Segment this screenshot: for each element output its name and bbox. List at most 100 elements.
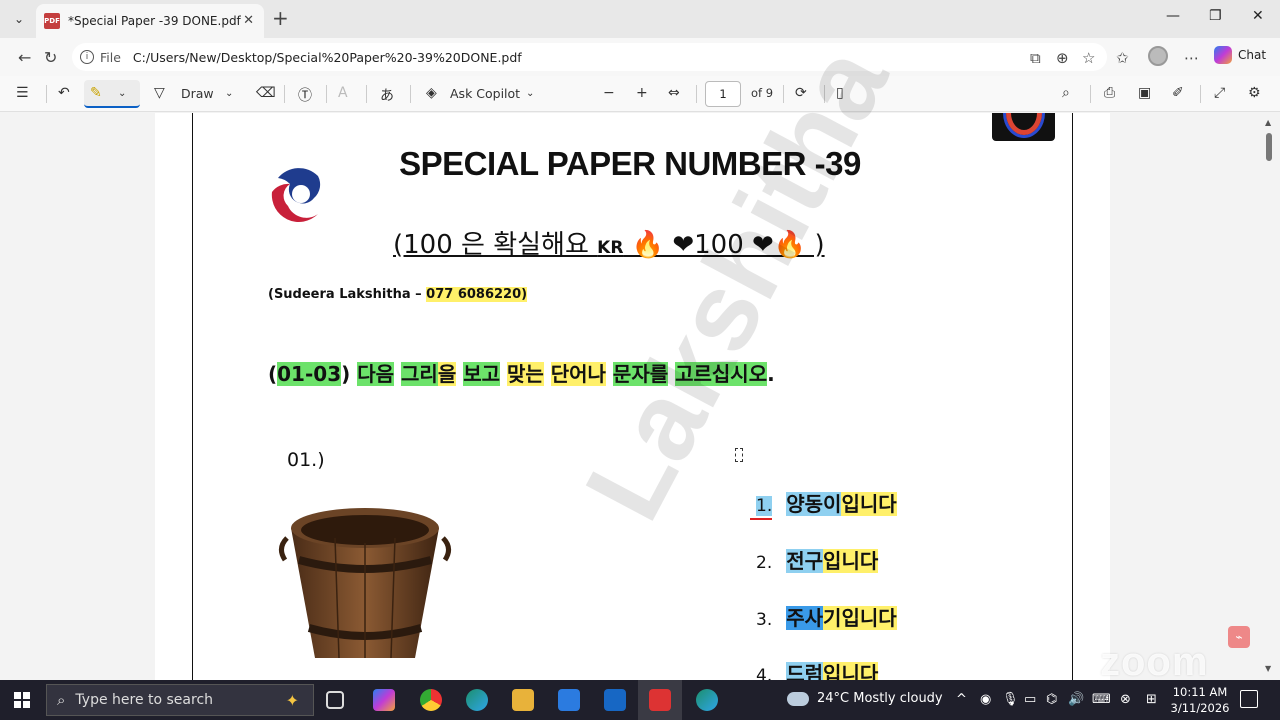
ime-icon[interactable]: ⊞ [1146, 692, 1157, 707]
chat-label: Chat [1238, 48, 1267, 62]
copilot-chat-button[interactable]: Chat [1214, 46, 1266, 64]
zoom-in-icon[interactable]: + [636, 85, 648, 101]
scroll-down-icon[interactable]: ▼ [1265, 664, 1271, 673]
author-line: (Sudeera Lakshitha – 077 6086220) [268, 287, 528, 302]
draw-icon[interactable]: ▽ [154, 85, 165, 101]
subtitle-kr: KR [597, 238, 624, 258]
instruction-word: 단어나 [550, 362, 606, 386]
fit-width-icon[interactable]: ⇔ [668, 85, 680, 101]
address-input[interactable]: i File C:/Users/New/Desktop/Special%20Pa… [72, 43, 1107, 71]
tab-actions-menu-icon[interactable]: ⌄ [6, 6, 32, 32]
chevron-down-icon[interactable]: ⌄ [526, 88, 534, 99]
copilot-ask-icon[interactable]: ◈ [426, 85, 437, 101]
find-icon[interactable]: ⌕ [1062, 85, 1070, 101]
save-as-icon[interactable]: ✐ [1172, 85, 1184, 101]
zoom-app-icon[interactable] [649, 689, 671, 711]
window-close-icon[interactable]: ✕ [1252, 8, 1264, 24]
undo-icon[interactable]: ↶ [58, 85, 70, 101]
acrobat-icon[interactable]: ⌁ [1228, 626, 1250, 648]
tray-expand-icon[interactable]: ^ [956, 692, 967, 707]
zoom-icon[interactable]: ⊕ [1056, 49, 1069, 67]
microphone-icon[interactable]: 🎙 [1002, 692, 1019, 707]
file-explorer-icon[interactable] [512, 689, 534, 711]
weather-text: 24°C Mostly cloudy [817, 691, 943, 706]
copilot-app-icon[interactable] [373, 689, 395, 711]
meet-icon[interactable]: ◉ [980, 692, 991, 707]
edge-icon[interactable] [466, 689, 488, 711]
network-icon[interactable]: ⌬ [1046, 692, 1057, 707]
tab-pdf[interactable]: PDF *Special Paper -39 DONE.pdf ✕ [36, 4, 264, 38]
outlook-icon[interactable] [604, 689, 626, 711]
option-text-a: 양동이 [786, 492, 842, 516]
eraser-icon[interactable]: ⌫ [256, 85, 276, 101]
chevron-down-icon[interactable]: ⌄ [225, 88, 233, 99]
weather-widget[interactable]: 24°C Mostly cloudy [787, 691, 943, 706]
scroll-up-icon[interactable]: ▲ [1265, 118, 1271, 127]
scrollbar-thumb[interactable] [1266, 133, 1272, 161]
task-view-icon[interactable] [326, 691, 344, 709]
new-tab-icon[interactable]: + [272, 8, 289, 28]
answer-option-3[interactable]: 3. 주사기입니다 [756, 602, 897, 631]
refresh-icon[interactable]: ↻ [44, 48, 57, 67]
chrome-icon[interactable] [420, 689, 442, 711]
translate-icon[interactable]: ⧉ [1030, 49, 1041, 67]
author-phone: 077 6086220) [426, 287, 528, 302]
info-icon[interactable]: i [80, 50, 94, 64]
profile-avatar[interactable] [1148, 46, 1168, 66]
battery-icon[interactable]: ▭ [1024, 692, 1036, 707]
corner-emblem-logo [992, 113, 1055, 141]
minimize-icon[interactable]: — [1166, 8, 1180, 24]
contents-icon[interactable]: ☰ [16, 85, 29, 101]
chevron-down-icon[interactable]: ⌄ [118, 88, 126, 99]
save-icon[interactable]: ▣ [1138, 85, 1151, 101]
more-options-icon[interactable]: ⋯ [1184, 49, 1199, 67]
page-title: SPECIAL PAPER NUMBER -39 [0, 145, 1260, 183]
clock-date: 3/11/2026 [1170, 701, 1230, 715]
zoom-out-icon[interactable]: − [603, 85, 615, 101]
question-number: 01.) [287, 449, 325, 471]
print-icon[interactable]: ⎙ [1104, 85, 1115, 101]
settings-gear-icon[interactable]: ⚙ [1248, 85, 1261, 101]
divider [366, 85, 367, 103]
favorite-star-icon[interactable]: ☆ [1082, 49, 1095, 67]
notification-icon[interactable] [1240, 690, 1258, 708]
pdf-file-icon: PDF [44, 13, 60, 29]
option-text-b: 입니다 [841, 492, 897, 516]
favorites-icon[interactable]: ✩ [1116, 49, 1129, 67]
tab-title: *Special Paper -39 DONE.pdf [68, 14, 241, 28]
clock-time: 10:11 AM [1172, 685, 1228, 699]
wooden-bucket-image [279, 508, 451, 659]
page-number-input[interactable]: 1 [705, 81, 741, 107]
option-text-a: 주사 [786, 606, 824, 630]
full-screen-icon[interactable]: ⤢ [1214, 85, 1225, 101]
question-range: 01-03 [277, 362, 342, 386]
system-clock[interactable]: 10:11 AM 3/11/2026 [1170, 684, 1230, 716]
spell-underline [750, 518, 772, 520]
text-box-icon[interactable]: Ⓣ [298, 85, 312, 105]
close-circle-icon[interactable]: ⊗ [1120, 692, 1131, 707]
volume-icon[interactable]: 🔊 [1068, 692, 1084, 707]
edge-pdf-icon[interactable] [696, 689, 718, 711]
close-tab-icon[interactable]: ✕ [243, 13, 254, 28]
text-cursor [735, 448, 743, 462]
instruction-word: 을 [437, 362, 457, 386]
windows-start-icon[interactable] [14, 692, 30, 708]
read-aloud-icon[interactable]: A [338, 85, 348, 101]
store-icon[interactable] [558, 689, 580, 711]
maximize-icon[interactable]: ❐ [1209, 8, 1222, 24]
back-icon[interactable]: ← [18, 48, 31, 67]
zoom-watermark: zoom [1100, 640, 1209, 684]
translate-text-icon[interactable]: あ [380, 85, 394, 105]
keyboard-icon[interactable]: ⌨ [1092, 692, 1111, 707]
option-number: 1. [756, 496, 773, 516]
taskbar-search-input[interactable]: ⌕ Type here to search ✦ [46, 684, 314, 716]
ask-copilot-label[interactable]: Ask Copilot [450, 86, 520, 101]
instruction-word: 보고 [463, 362, 500, 386]
draw-label[interactable]: Draw [181, 86, 214, 101]
answer-option-1[interactable]: 1. 양동이입니다 [756, 488, 897, 517]
option-text-b: 기입니다 [823, 606, 897, 630]
option-number: 2. [756, 553, 773, 573]
divider [284, 85, 285, 103]
option-text-b: 입니다 [823, 549, 879, 573]
answer-option-2[interactable]: 2. 전구입니다 [756, 545, 879, 574]
